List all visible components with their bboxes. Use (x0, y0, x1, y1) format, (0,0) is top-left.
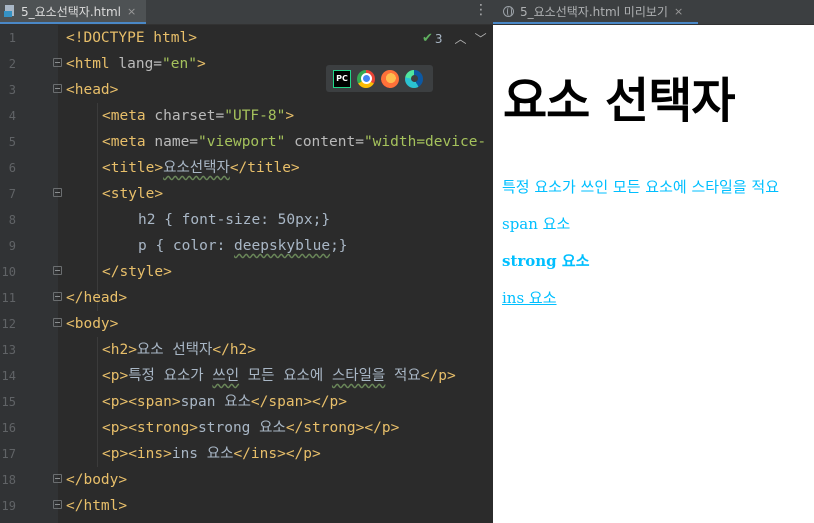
code-line: <style> (102, 186, 164, 202)
edge-icon[interactable] (405, 69, 423, 88)
line-gutter: 1 2 3 4 5 6 7 8 9 10 11 12 13 14 15 16 1… (0, 25, 62, 523)
code-line: p { color: deepskyblue;} (138, 238, 348, 254)
indent-guide (97, 337, 98, 467)
line-number: 3 (8, 83, 16, 97)
fold-icon[interactable] (53, 292, 62, 301)
preview-ins-paragraph: ins 요소 (502, 287, 557, 308)
fold-icon[interactable] (53, 266, 62, 275)
editor-tab-bar: 5_요소선택자.html × ⋮ (0, 0, 493, 25)
code-line: </body> (66, 472, 128, 488)
html-file-icon (4, 5, 16, 17)
preview-pane[interactable]: 5_요소선택자.html 미리보기 × 요소 선택자 특정 요소가 쓰인 모든 … (493, 0, 814, 523)
close-icon[interactable]: × (674, 5, 683, 18)
tab-label: 5_요소선택자.html (21, 4, 121, 19)
line-number: 4 (8, 109, 16, 123)
inspection-widget[interactable]: ✔ 3 ︿ ﹀ (422, 30, 487, 47)
code-line: h2 { font-size: 50px;} (138, 212, 331, 228)
line-number: 8 (8, 213, 16, 227)
code-line: <p><ins>ins 요소</ins></p> (102, 446, 321, 462)
code-line: <!DOCTYPE html> (66, 30, 197, 46)
tab-preview[interactable]: 5_요소선택자.html 미리보기 × (493, 0, 698, 24)
line-number: 2 (8, 57, 16, 71)
code-line: <p>특정 요소가 쓰인 모든 요소에 스타일을 적요</p> (102, 368, 456, 384)
line-number: 1 (8, 31, 16, 45)
code-line: <meta name="viewport" content="width=dev… (102, 134, 487, 150)
line-number: 15 (1, 395, 16, 409)
code-line: <p><strong>strong 요소</strong></p> (102, 420, 400, 436)
close-icon[interactable]: × (127, 5, 136, 18)
code-line: <title>요소선택자</title> (102, 160, 300, 176)
check-icon: ✔ (422, 31, 433, 46)
preview-strong: strong 요소 (502, 252, 590, 270)
line-number: 7 (8, 187, 16, 201)
code-line: </html> (66, 498, 128, 514)
code-line: </head> (66, 290, 128, 306)
preview-heading: 요소 선택자 (503, 73, 736, 129)
inspection-count: 3 (434, 31, 443, 46)
code-line: <p><span>span 요소</span></p> (102, 394, 347, 410)
tab-5-html[interactable]: 5_요소선택자.html × (0, 0, 146, 24)
preview-span-paragraph: span 요소 (502, 213, 570, 234)
fold-icon[interactable] (53, 84, 62, 93)
code-line: <html lang="en"> (66, 56, 206, 72)
fold-icon[interactable] (53, 500, 62, 509)
line-number: 12 (1, 317, 16, 331)
fold-icon[interactable] (53, 188, 62, 197)
globe-icon (503, 5, 514, 17)
line-number: 11 (1, 291, 16, 305)
line-number: 13 (1, 343, 16, 357)
line-number: 19 (1, 499, 16, 513)
line-number: 10 (1, 265, 16, 279)
preview-paragraph: 특정 요소가 쓰인 모든 요소에 스타일을 적요 (502, 178, 780, 196)
code-line: <meta charset="UTF-8"> (102, 108, 295, 124)
preview-span: span 요소 (502, 215, 571, 233)
line-number: 17 (1, 447, 16, 461)
line-number: 9 (8, 239, 16, 253)
editor-pane[interactable]: 5_요소선택자.html × ⋮ 1 2 3 4 5 6 7 8 9 10 11… (0, 0, 493, 523)
line-number: 16 (1, 421, 16, 435)
firefox-icon[interactable] (381, 69, 399, 88)
fold-icon[interactable] (53, 58, 62, 67)
chevron-up-icon[interactable]: ︿ (455, 30, 467, 47)
line-number: 5 (8, 135, 16, 149)
line-number: 6 (8, 161, 16, 175)
code-line: <h2>요소 선택자</h2> (102, 342, 257, 358)
fold-icon[interactable] (53, 474, 62, 483)
line-number: 14 (1, 369, 16, 383)
chrome-icon[interactable] (357, 69, 375, 88)
open-in-browser-popup: PC (326, 65, 433, 92)
code-line: <body> (66, 316, 119, 332)
preview-ins: ins 요소 (502, 289, 557, 307)
pycharm-icon[interactable]: PC (333, 69, 351, 88)
code-line: <head> (66, 82, 119, 98)
chevron-down-icon[interactable]: ﹀ (475, 30, 487, 47)
fold-icon[interactable] (53, 318, 62, 327)
preview-strong-paragraph: strong 요소 (502, 250, 590, 271)
preview-tab-label: 5_요소선택자.html 미리보기 (520, 4, 668, 19)
preview-tab-bar: 5_요소선택자.html 미리보기 × (493, 0, 814, 25)
indent-guide (97, 103, 98, 311)
more-options-icon[interactable]: ⋮ (474, 3, 488, 17)
line-number: 18 (1, 473, 16, 487)
code-line: </style> (102, 264, 172, 280)
